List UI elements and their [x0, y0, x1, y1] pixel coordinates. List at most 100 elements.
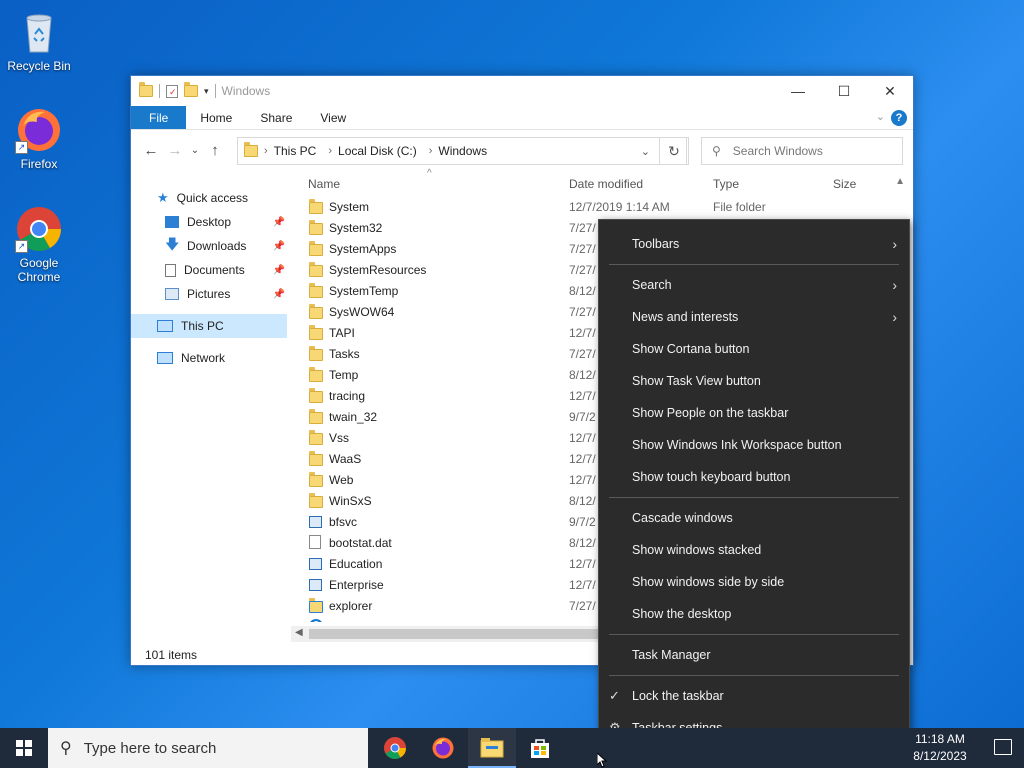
- nav-desktop[interactable]: Desktop 📌: [131, 210, 291, 234]
- refresh-button[interactable]: ↻: [659, 137, 689, 165]
- menu-item-lock-the-taskbar[interactable]: ✓ Lock the taskbar: [599, 680, 909, 712]
- file-name: HelpPane: [329, 620, 382, 623]
- tab-home[interactable]: Home: [186, 106, 246, 129]
- taskbar: ⚲ Type here to search 11:18 AM 8/12/2023: [0, 728, 1024, 768]
- pin-icon[interactable]: 📌: [273, 265, 285, 276]
- help-icon[interactable]: ?: [891, 110, 907, 126]
- system-clock[interactable]: 11:18 AM 8/12/2023: [912, 731, 968, 765]
- file-name: SystemApps: [329, 241, 397, 256]
- pin-icon[interactable]: 📌: [273, 241, 285, 252]
- tab-share[interactable]: Share: [246, 106, 306, 129]
- folder-icon: [309, 388, 323, 403]
- title-bar[interactable]: ✓ ▾ Windows — ☐ ✕: [131, 76, 913, 106]
- maximize-button[interactable]: ☐: [821, 76, 867, 106]
- breadcrumb-this-pc[interactable]: This PC: [274, 144, 317, 158]
- customize-qa-icon[interactable]: ▾: [204, 86, 209, 97]
- divider: [159, 84, 160, 98]
- nav-downloads[interactable]: 🡇 Downloads 📌: [131, 234, 291, 258]
- nav-label: Network: [181, 351, 226, 365]
- menu-item-search[interactable]: Search ›: [599, 269, 909, 301]
- taskbar-file-explorer[interactable]: [468, 728, 516, 768]
- file-date: 7/27/: [569, 241, 596, 256]
- notification-center-icon[interactable]: [994, 739, 1012, 755]
- folder-icon: [309, 304, 323, 319]
- file-name: Tasks: [329, 346, 360, 361]
- properties-icon[interactable]: ✓: [166, 84, 178, 98]
- menu-item-show-windows-side-by-side[interactable]: Show windows side by side: [599, 566, 909, 598]
- taskbar-search-placeholder: Type here to search: [83, 739, 217, 757]
- menu-item-show-cortana-button[interactable]: Show Cortana button: [599, 333, 909, 365]
- breadcrumb-windows[interactable]: Windows: [438, 144, 487, 158]
- tab-view[interactable]: View: [306, 106, 360, 129]
- taskbar-store[interactable]: [516, 728, 564, 768]
- expand-ribbon-icon[interactable]: ⌄: [876, 110, 885, 123]
- up-button[interactable]: ↑: [203, 142, 227, 159]
- menu-item-show-task-view-button[interactable]: Show Task View button: [599, 365, 909, 397]
- search-icon: ⚲: [712, 144, 721, 158]
- taskbar-chrome[interactable]: [371, 728, 419, 768]
- nav-pictures[interactable]: Pictures 📌: [131, 282, 291, 306]
- menu-item-show-people-on-the-taskbar[interactable]: Show People on the taskbar: [599, 397, 909, 429]
- download-icon: 🡇: [165, 236, 180, 252]
- pictures-icon: [165, 288, 179, 300]
- chevron-down-icon[interactable]: ⌄: [641, 145, 650, 158]
- navigation-bar: ← → ⌄ ↑ › This PC › Local Disk (C:) › Wi…: [131, 130, 913, 170]
- file-date: 8/12/: [569, 367, 596, 382]
- forward-button[interactable]: →: [163, 142, 187, 159]
- store-icon: [531, 739, 549, 758]
- file-name: SysWOW64: [329, 304, 395, 319]
- taskbar-firefox[interactable]: [419, 728, 467, 768]
- chevron-right-icon: ›: [428, 145, 433, 157]
- column-name[interactable]: Name: [308, 177, 340, 191]
- menu-item-label: Show Task View button: [632, 374, 761, 388]
- back-button[interactable]: ←: [139, 142, 163, 159]
- taskbar-search-box[interactable]: ⚲ Type here to search: [48, 728, 368, 768]
- new-folder-icon[interactable]: [184, 82, 198, 97]
- search-box[interactable]: ⚲ Search Windows: [701, 137, 903, 165]
- file-row[interactable]: System 12/7/2019 1:14 AM File folder: [301, 196, 911, 217]
- firefox-icon: [432, 737, 454, 759]
- pin-icon[interactable]: 📌: [273, 289, 285, 300]
- scroll-up-arrow-icon[interactable]: ▲: [895, 176, 905, 187]
- column-type[interactable]: Type: [713, 177, 739, 191]
- menu-item-show-windows-ink-workspace-button[interactable]: Show Windows Ink Workspace button: [599, 429, 909, 461]
- menu-item-toolbars[interactable]: Toolbars ›: [599, 228, 909, 260]
- menu-separator: [609, 497, 899, 498]
- column-size[interactable]: Size: [833, 177, 856, 191]
- pin-icon[interactable]: 📌: [273, 217, 285, 228]
- nav-documents[interactable]: Documents 📌: [131, 258, 291, 282]
- menu-item-show-touch-keyboard-button[interactable]: Show touch keyboard button: [599, 461, 909, 493]
- tab-file[interactable]: File: [131, 106, 187, 129]
- shortcut-arrow-icon: ↗: [15, 141, 28, 154]
- desktop-icon-recycle-bin[interactable]: Recycle Bin: [1, 8, 77, 73]
- file-date: 9/7/2: [569, 409, 596, 424]
- desktop-icon-chrome[interactable]: ↗ Google Chrome: [1, 205, 77, 284]
- menu-item-label: Show windows side by side: [632, 575, 785, 589]
- close-button[interactable]: ✕: [867, 76, 913, 106]
- desktop-icon-firefox[interactable]: ↗ Firefox: [1, 106, 77, 171]
- search-placeholder: Search Windows: [732, 144, 823, 158]
- menu-item-news-and-interests[interactable]: News and interests ›: [599, 301, 909, 333]
- start-button[interactable]: [0, 728, 48, 768]
- scroll-left-arrow-icon[interactable]: ◀: [295, 627, 303, 638]
- column-date-modified[interactable]: Date modified: [569, 177, 643, 191]
- menu-item-task-manager[interactable]: Task Manager: [599, 639, 909, 671]
- application-icon: [309, 516, 322, 528]
- menu-item-cascade-windows[interactable]: Cascade windows: [599, 502, 909, 534]
- document-icon: [165, 263, 176, 277]
- minimize-button[interactable]: —: [775, 76, 821, 106]
- file-name: Web: [329, 472, 354, 487]
- scrollbar-thumb[interactable]: [309, 629, 609, 639]
- recent-locations-icon[interactable]: ⌄: [187, 145, 203, 156]
- menu-separator: [609, 634, 899, 635]
- nav-this-pc[interactable]: This PC: [131, 314, 287, 338]
- menu-item-show-windows-stacked[interactable]: Show windows stacked: [599, 534, 909, 566]
- clock-date: 8/12/2023: [913, 749, 967, 763]
- address-bar[interactable]: › This PC › Local Disk (C:) › Windows ⌄: [237, 137, 687, 165]
- application-icon: [309, 579, 322, 591]
- nav-network[interactable]: Network: [131, 346, 291, 370]
- menu-item-show-the-desktop[interactable]: Show the desktop: [599, 598, 909, 630]
- chrome-icon: [384, 737, 406, 759]
- breadcrumb-local-disk[interactable]: Local Disk (C:): [338, 144, 417, 158]
- nav-quick-access[interactable]: ★ Quick access: [131, 186, 291, 210]
